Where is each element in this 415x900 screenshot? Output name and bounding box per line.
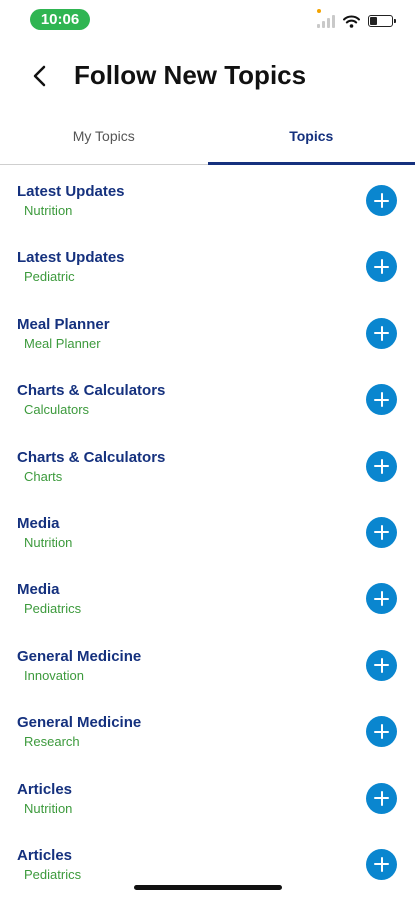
list-item[interactable]: Media Nutrition	[0, 499, 415, 565]
battery-icon	[368, 15, 396, 27]
topic-title: Latest Updates	[17, 183, 125, 200]
add-topic-button[interactable]	[366, 251, 397, 283]
tab-topics[interactable]: Topics	[207, 115, 415, 165]
add-topic-button[interactable]	[366, 583, 397, 615]
topic-title: Charts & Calculators	[17, 448, 166, 466]
add-topic-button[interactable]	[366, 649, 397, 681]
topic-subtitle: Pediatric	[24, 269, 75, 285]
list-item[interactable]: Meal Planner Meal Planner	[0, 300, 415, 366]
topic-title: Media	[17, 581, 60, 599]
tab-my-topics[interactable]: My Topics	[0, 115, 208, 164]
topic-title: Latest Updates	[17, 249, 125, 267]
status-bar: 10:06	[0, 0, 415, 40]
back-arrow-icon[interactable]	[28, 62, 54, 90]
page-title: Follow New Topics	[74, 60, 307, 90]
list-item[interactable]: Articles Nutrition	[0, 765, 415, 831]
topic-subtitle: Pediatrics	[24, 601, 82, 617]
topic-subtitle: Research	[24, 734, 80, 750]
add-topic-button[interactable]	[366, 317, 397, 349]
tab-bar: My Topics Topics	[0, 115, 415, 165]
add-topic-button[interactable]	[366, 716, 397, 748]
list-item[interactable]: General Medicine Research	[0, 698, 415, 764]
header: Follow New Topics	[0, 52, 415, 100]
topic-subtitle: Innovation	[24, 667, 84, 683]
list-item[interactable]: Charts & Calculators Charts	[0, 433, 415, 499]
list-item[interactable]: Latest Updates Pediatric	[0, 233, 415, 299]
topic-subtitle: Nutrition	[24, 203, 73, 218]
topic-subtitle: Pediatrics	[24, 866, 82, 882]
topic-title: Meal Planner	[17, 315, 110, 333]
topic-subtitle: Nutrition	[24, 800, 73, 816]
topic-title: Charts & Calculators	[17, 382, 166, 400]
add-topic-button[interactable]	[366, 384, 397, 416]
add-topic-button[interactable]	[366, 782, 397, 814]
list-item[interactable]: Media Pediatrics	[0, 565, 415, 631]
topic-title: Media	[17, 514, 60, 532]
wifi-icon	[343, 15, 360, 28]
topic-title: Articles	[17, 846, 73, 864]
topic-list: Latest Updates Nutrition Latest Updates Ped…	[0, 167, 415, 897]
status-icons	[317, 9, 396, 32]
list-item[interactable]: General Medicine Innovation	[0, 632, 415, 698]
add-topic-button[interactable]	[366, 516, 397, 548]
topic-title: General Medicine	[17, 714, 142, 732]
add-topic-button[interactable]	[366, 848, 397, 880]
list-item[interactable]: Latest Updates Nutrition	[0, 167, 415, 233]
topic-subtitle: Charts	[24, 468, 63, 484]
topic-title: General Medicine	[17, 647, 142, 665]
status-time: 10:06	[30, 9, 90, 30]
cellular-signal-icon	[317, 9, 335, 28]
topic-subtitle: Meal Planner	[24, 335, 101, 351]
list-item[interactable]: Charts & Calculators Calculators	[0, 366, 415, 432]
add-topic-button[interactable]	[366, 185, 397, 216]
home-indicator	[134, 885, 282, 890]
screen: 10:06 Follow New Topics My Topics Topics…	[0, 0, 415, 900]
topic-title: Articles	[17, 780, 73, 798]
topic-subtitle: Calculators	[24, 402, 90, 418]
add-topic-button[interactable]	[366, 450, 397, 482]
topic-subtitle: Nutrition	[24, 534, 73, 550]
